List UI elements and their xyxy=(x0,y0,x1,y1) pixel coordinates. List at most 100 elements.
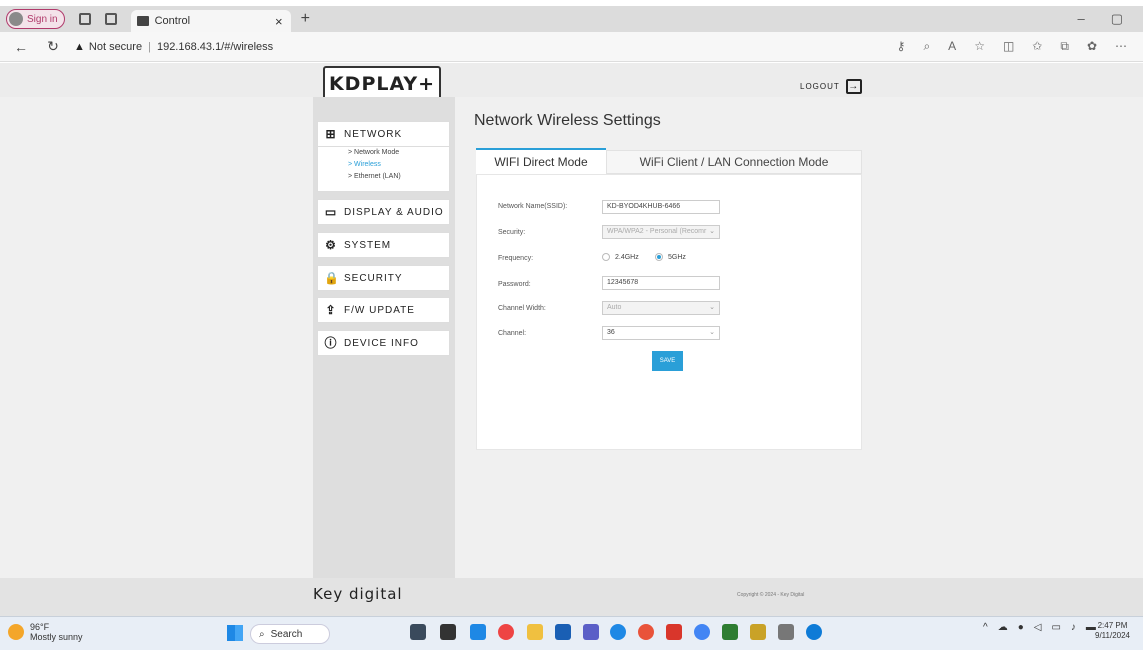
split-screen-icon[interactable]: ◫ xyxy=(1003,39,1014,54)
app-icon[interactable] xyxy=(778,624,794,640)
gear-icon: ⚙ xyxy=(325,238,337,252)
workspaces-icon[interactable] xyxy=(78,13,91,25)
submenu-network-mode[interactable]: > Network Mode xyxy=(348,147,449,159)
sidebar-item-label: DEVICE INFO xyxy=(344,337,419,349)
submenu-ethernet[interactable]: > Ethernet (LAN) xyxy=(348,171,449,183)
chrome-icon[interactable] xyxy=(694,624,710,640)
app-icon[interactable] xyxy=(750,624,766,640)
app-icon[interactable] xyxy=(470,624,486,640)
send-icon[interactable]: ◁ xyxy=(1034,622,1042,633)
weather-widget[interactable]: 96°F Mostly sunny xyxy=(8,622,83,642)
sidebar-item-system[interactable]: ⚙ SYSTEM xyxy=(317,232,450,258)
system-tray: ^ ☁ ● ◁ ▭ ♪ ▬ xyxy=(983,622,1096,633)
upload-icon: ⇪ xyxy=(325,303,337,317)
taskbar-search[interactable]: ⌕ Search xyxy=(250,624,330,644)
sidebar-item-label: NETWORK xyxy=(344,128,403,140)
volume-icon[interactable]: ♪ xyxy=(1071,622,1076,633)
profile-icon xyxy=(9,12,23,26)
minimize-icon[interactable]: – xyxy=(1077,11,1084,27)
sidebar-item-display-audio[interactable]: ▭ DISPLAY & AUDIO xyxy=(317,199,450,225)
browser-tab-control[interactable]: Control × xyxy=(130,10,291,32)
app-icon[interactable] xyxy=(555,624,571,640)
tab-wifi-client[interactable]: WiFi Client / LAN Connection Mode xyxy=(606,150,862,174)
tab-strip: Sign in Control × + – ▢ xyxy=(0,6,1143,32)
url-divider: | xyxy=(148,40,151,53)
frequency-label: Frequency: xyxy=(498,255,534,262)
edge-icon[interactable] xyxy=(806,624,822,640)
submenu-wireless[interactable]: > Wireless xyxy=(348,159,449,171)
channel-width-label: Channel Width: xyxy=(498,305,546,312)
chevron-down-icon: ⌄ xyxy=(709,228,715,235)
sidebar-item-label: SYSTEM xyxy=(344,239,392,251)
chevron-down-icon: ⌄ xyxy=(709,304,715,311)
signin-button[interactable]: Sign in xyxy=(6,9,65,29)
clock[interactable]: 2:47 PM 9/11/2024 xyxy=(1095,621,1130,641)
time: 2:47 PM xyxy=(1097,621,1128,630)
ssid-field[interactable]: KD-BYOD4KHUB-6466 xyxy=(602,200,720,214)
radio-2-4ghz[interactable]: 2.4GHz xyxy=(602,253,639,261)
sidebar-item-network[interactable]: ⊞ NETWORK xyxy=(317,121,450,147)
network-icon[interactable]: ▭ xyxy=(1051,622,1060,633)
folder-icon[interactable] xyxy=(527,624,543,640)
sidebar-item-fw-update[interactable]: ⇪ F/W UPDATE xyxy=(317,297,450,323)
sidebar: ⊞ NETWORK > Network Mode > Wireless > Et… xyxy=(313,97,455,578)
favorite-icon[interactable]: ☆ xyxy=(974,39,985,54)
app-icon[interactable] xyxy=(610,624,626,640)
chrome-icon[interactable] xyxy=(498,624,514,640)
signin-label: Sign in xyxy=(27,13,58,25)
tab-actions-icon[interactable] xyxy=(104,13,117,25)
warning-icon: ▲ xyxy=(74,40,85,53)
password-field[interactable]: 12345678 xyxy=(602,276,720,290)
channel-width-select[interactable]: Auto ⌄ xyxy=(602,301,720,315)
refresh-icon[interactable]: ↻ xyxy=(42,38,64,55)
network-icon: ⊞ xyxy=(325,127,337,141)
sidebar-item-security[interactable]: 🔒 SECURITY xyxy=(317,265,450,291)
sidebar-item-device-info[interactable]: ⓘ DEVICE INFO xyxy=(317,330,450,356)
radio-circle-selected xyxy=(655,253,663,261)
zoom-icon[interactable]: ⌕ xyxy=(923,39,930,54)
restore-icon[interactable]: ▢ xyxy=(1111,11,1123,27)
back-icon[interactable]: ← xyxy=(10,39,32,55)
read-aloud-icon[interactable]: A xyxy=(948,39,956,54)
radio-circle xyxy=(602,253,610,261)
chevron-up-icon[interactable]: ^ xyxy=(983,622,988,633)
app-icon[interactable] xyxy=(440,624,456,640)
key-digital-logo: Key digital xyxy=(313,585,403,603)
security-select[interactable]: WPA/WPA2 - Personal (Recomr ⌄ xyxy=(602,225,720,239)
page-header xyxy=(0,63,1143,97)
display-icon: ▭ xyxy=(324,205,338,219)
url-text: 192.168.43.1/#/wireless xyxy=(156,40,274,53)
save-button[interactable]: SAVE xyxy=(652,351,683,371)
info-icon: ⓘ xyxy=(324,336,338,350)
new-tab-icon[interactable]: + xyxy=(301,10,310,28)
radio-label: 2.4GHz xyxy=(615,253,639,261)
more-icon[interactable]: ⋯ xyxy=(1115,39,1127,54)
logout-button[interactable]: LOGOUT → xyxy=(800,79,862,94)
app-icon[interactable] xyxy=(722,624,738,640)
key-icon[interactable]: ⚷ xyxy=(897,39,906,54)
logout-label: LOGOUT xyxy=(800,82,840,91)
temperature: 96°F xyxy=(30,622,50,632)
app-icon[interactable] xyxy=(638,624,654,640)
address-field[interactable]: ▲ Not secure | 192.168.43.1/#/wireless xyxy=(74,41,897,53)
date: 9/11/2024 xyxy=(1095,631,1130,640)
teams-icon[interactable] xyxy=(583,624,599,640)
tab-title: Control xyxy=(154,15,191,27)
acrobat-icon[interactable] xyxy=(666,624,682,640)
tab-wifi-direct[interactable]: WIFI Direct Mode xyxy=(476,148,606,174)
page-title: Network Wireless Settings xyxy=(474,112,661,129)
sidebar-item-label: SECURITY xyxy=(344,272,403,284)
tab-close-icon[interactable]: × xyxy=(275,14,283,29)
extensions-icon[interactable]: ✿ xyxy=(1087,39,1097,54)
address-bar-row: ← ↻ ▲ Not secure | 192.168.43.1/#/wirele… xyxy=(0,32,1143,62)
windows-start-icon[interactable] xyxy=(227,625,243,641)
collections-icon[interactable]: ⧉ xyxy=(1060,39,1069,54)
weather-icon xyxy=(8,624,24,640)
app-icon[interactable] xyxy=(410,624,426,640)
cloud-icon[interactable]: ☁ xyxy=(998,622,1008,633)
radio-5ghz[interactable]: 5GHz xyxy=(655,253,686,261)
search-label: Search xyxy=(270,628,303,640)
favorites-icon[interactable]: ✩ xyxy=(1032,39,1042,54)
app-tray-icon[interactable]: ● xyxy=(1018,622,1024,633)
channel-select[interactable]: 36 ⌄ xyxy=(602,326,720,340)
